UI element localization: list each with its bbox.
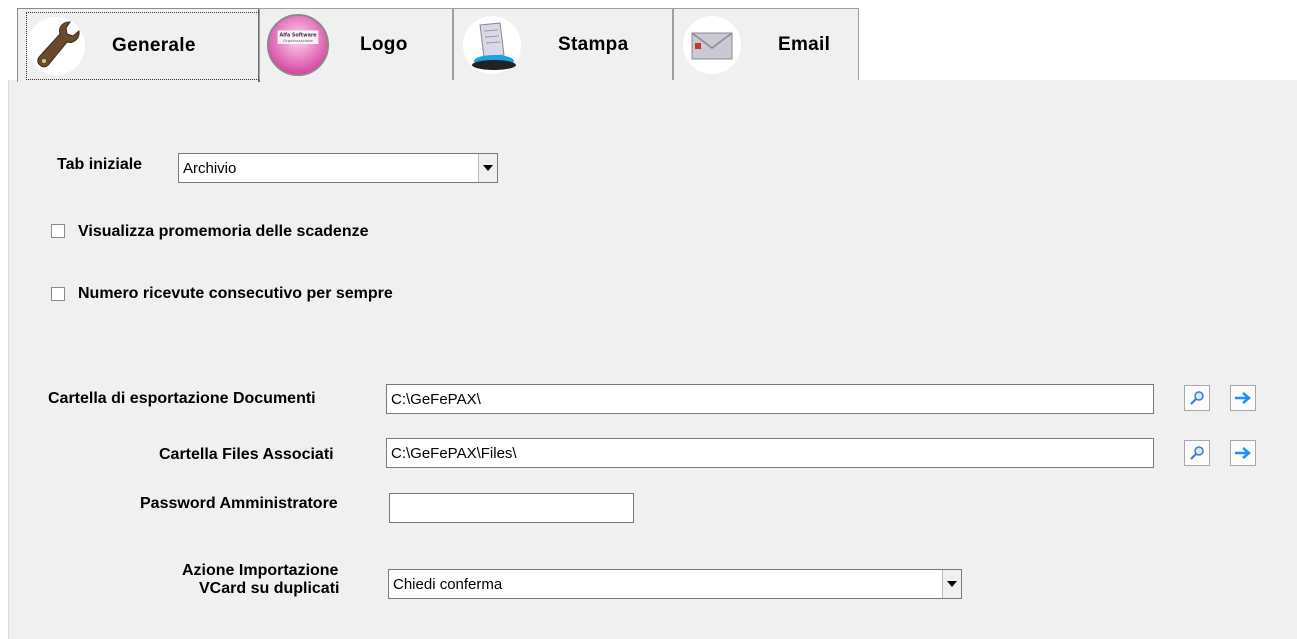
open-documenti-button[interactable] [1230, 385, 1256, 411]
tab-bar: Generale Alfa Software Organizzazione Lo… [8, 8, 1297, 82]
arrow-right-icon [1235, 392, 1251, 404]
promemoria-label: Visualizza promemoria delle scadenze [78, 223, 369, 240]
tab-email[interactable]: Email [673, 8, 859, 80]
wrench-icon [24, 14, 88, 78]
logo-disc-icon: Alfa Software Organizzazione [266, 13, 330, 77]
chevron-down-icon[interactable] [942, 570, 961, 598]
azione-vcard-label-line2: VCard su duplicati [199, 580, 340, 597]
cartella-documenti-label: Cartella di esportazione Documenti [48, 390, 316, 407]
open-files-button[interactable] [1230, 440, 1256, 466]
tab-iniziale-value: Archivio [183, 159, 237, 177]
password-label: Password Amministratore [140, 495, 338, 512]
azione-vcard-value: Chiedi conferma [393, 575, 503, 593]
password-field[interactable] [389, 493, 634, 523]
cartella-files-label: Cartella Files Associati [159, 446, 334, 463]
tab-email-label: Email [778, 33, 831, 55]
tab-stampa-label: Stampa [558, 33, 629, 55]
tab-iniziale-select[interactable]: Archivio [178, 153, 498, 183]
arrow-right-icon [1235, 447, 1251, 459]
cartella-documenti-field[interactable]: C:\GeFePAX\ [386, 384, 1154, 414]
envelope-icon [680, 13, 744, 77]
chevron-down-icon[interactable] [478, 154, 497, 182]
ricevute-checkbox[interactable] [51, 287, 65, 301]
logo-text-2: Organizzazione [283, 38, 313, 43]
azione-vcard-label-line1: Azione Importazione [182, 562, 339, 579]
tab-stampa[interactable]: Stampa [453, 8, 673, 80]
browse-documenti-button[interactable] [1184, 385, 1210, 411]
cartella-files-field[interactable]: C:\GeFePAX\Files\ [386, 438, 1154, 468]
azione-vcard-select[interactable]: Chiedi conferma [388, 569, 962, 599]
ricevute-label: Numero ricevute consecutivo per sempre [78, 285, 393, 302]
magnifier-icon [1190, 446, 1204, 460]
tab-iniziale-label: Tab iniziale [57, 156, 143, 173]
tab-generale-label: Generale [112, 34, 196, 56]
tab-logo-label: Logo [360, 33, 408, 55]
tab-generale[interactable]: Generale [17, 8, 261, 82]
magnifier-icon [1190, 391, 1204, 405]
promemoria-checkbox[interactable] [51, 224, 65, 238]
tab-logo[interactable]: Alfa Software Organizzazione Logo [259, 8, 453, 80]
printer-icon [460, 13, 524, 77]
browse-files-button[interactable] [1184, 440, 1210, 466]
